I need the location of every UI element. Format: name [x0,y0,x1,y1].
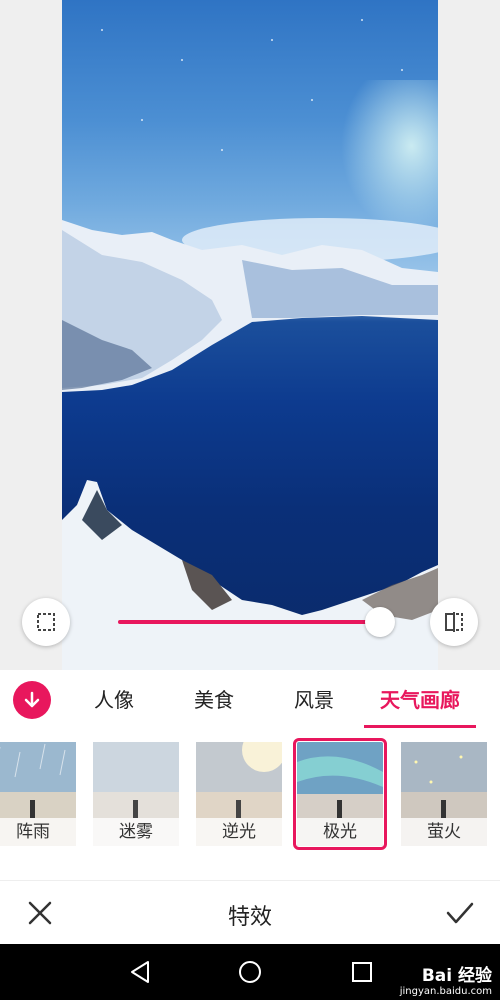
tab-portrait[interactable]: 人像 [82,684,146,714]
panel-title: 特效 [227,905,272,930]
nav-recents-icon[interactable] [348,958,376,986]
landscape-image [62,19,438,670]
bottom-action-bar: 特效 [0,880,500,945]
effect-label: 萤火 [401,818,487,846]
watermark: Bai 经验 jingyan.baidu.com [400,966,492,998]
effect-aurora[interactable]: 极光 [293,738,387,850]
collapse-arrow-icon [24,691,40,708]
nav-back-icon[interactable] [126,958,154,986]
intensity-slider-thumb[interactable] [365,607,395,637]
system-nav-bar: Bai 经验 jingyan.baidu.com [0,944,500,1000]
preview-photo [62,0,438,670]
effect-strip: 阵雨 迷雾 逆光 极光 萤火 [0,730,500,880]
effect-mist[interactable]: 迷雾 [93,742,179,846]
watermark-brand: Bai 经验 [421,966,492,986]
confirm-check-icon[interactable] [442,895,478,931]
nav-home-icon[interactable] [236,958,264,986]
watermark-url: jingyan.baidu.com [399,986,492,997]
tab-scenery[interactable]: 风景 [282,684,346,714]
tab-weather-gallery[interactable]: 天气画廊 [364,684,476,714]
crop-button[interactable] [22,598,70,646]
tab-food[interactable]: 美食 [182,684,246,714]
collapse-panel-button[interactable] [13,681,51,719]
effect-label: 极光 [297,818,383,846]
preview-area [0,0,500,670]
compare-split-icon [445,612,463,632]
compare-button[interactable] [430,598,478,646]
effect-label: 迷雾 [93,818,179,846]
category-tab-bar: 人像 美食 风景 天气画廊 [0,670,500,730]
effect-shower[interactable]: 阵雨 [0,742,76,846]
effect-label: 阵雨 [0,818,76,846]
effect-label: 逆光 [196,818,282,846]
effect-backlight[interactable]: 逆光 [196,742,282,846]
effect-firefly[interactable]: 萤火 [401,742,487,846]
active-tab-indicator [364,725,476,728]
crop-frame-icon [37,613,55,631]
intensity-slider-track[interactable] [118,620,382,624]
